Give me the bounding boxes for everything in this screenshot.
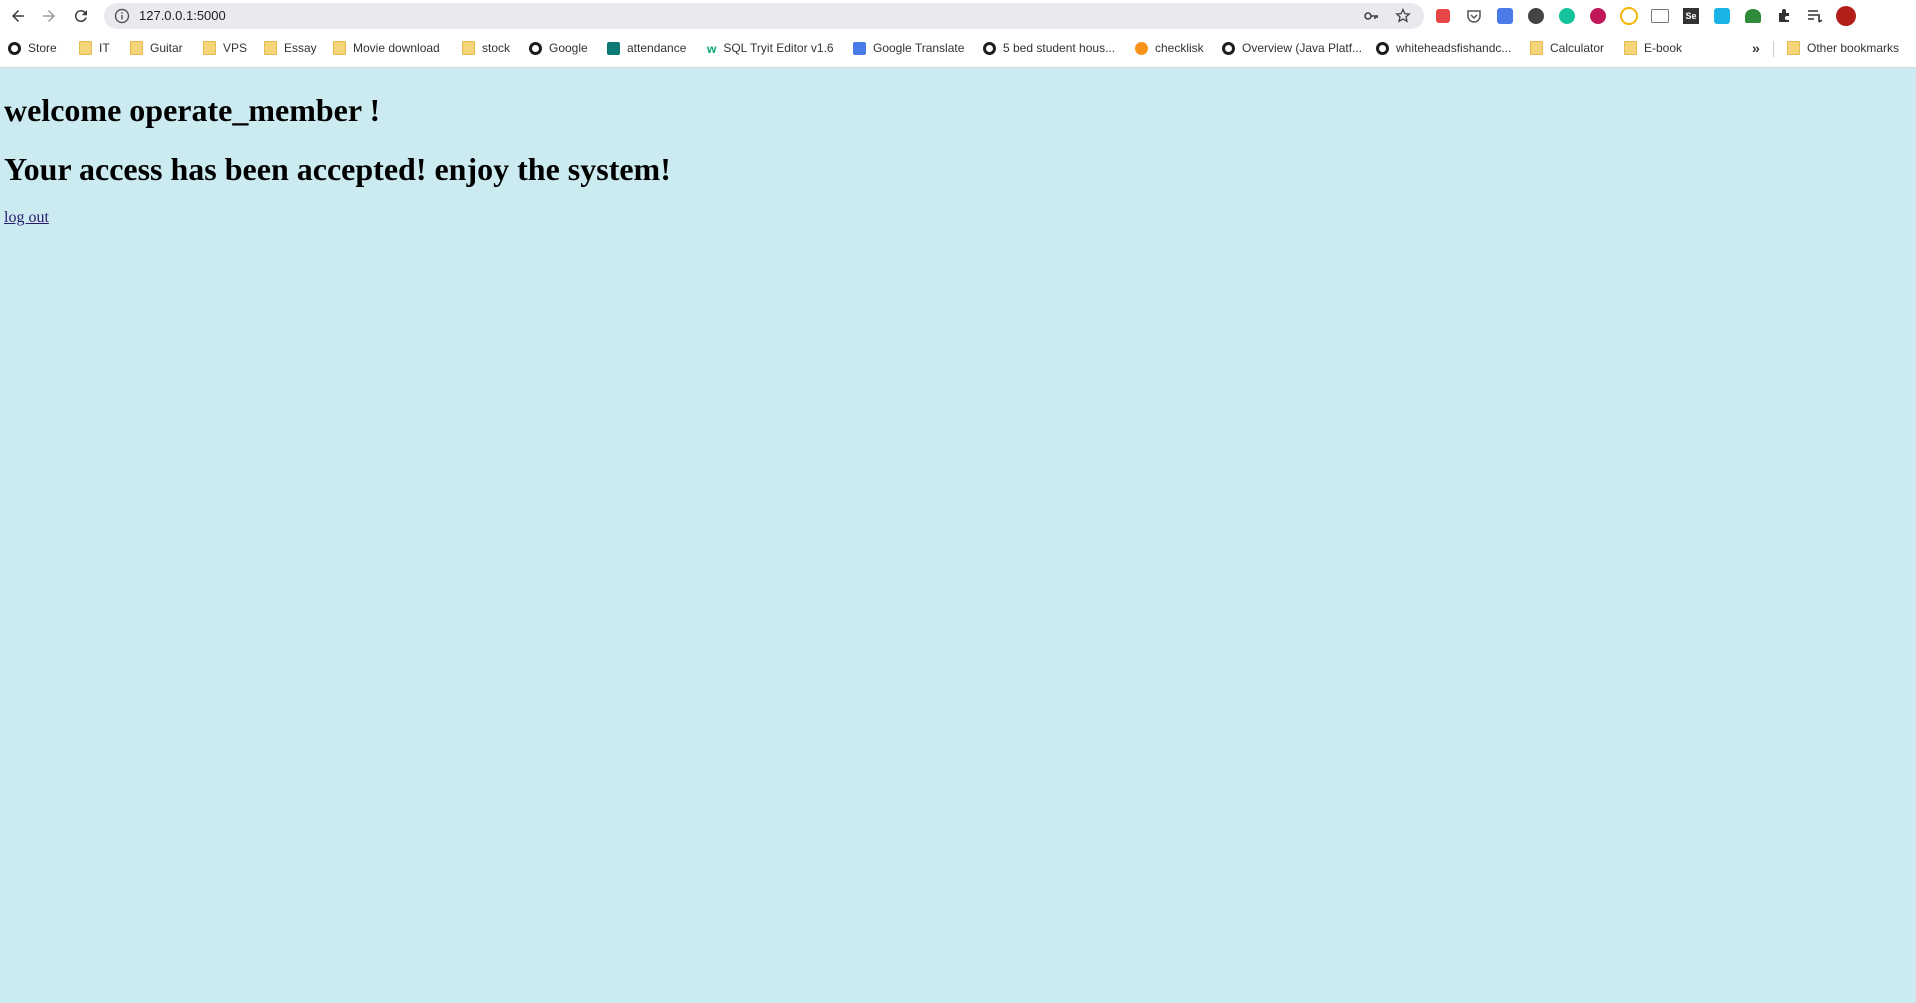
reload-icon [74, 10, 87, 23]
cast-extension-icon[interactable] [1649, 5, 1671, 27]
star-icon[interactable] [1394, 7, 1412, 25]
bitcoin-icon [1135, 41, 1148, 55]
translate-icon [853, 41, 866, 55]
bookmark-store[interactable]: Store [8, 38, 57, 58]
back-arrow-icon [12, 10, 24, 22]
url-text[interactable]: 127.0.0.1:5000 [139, 8, 226, 23]
bookmark-label: 5 bed student hous... [1003, 41, 1116, 55]
bookmark-ebook[interactable]: E-book [1624, 38, 1682, 58]
folder-icon [1530, 41, 1543, 55]
bookmark-label: SQL Tryit Editor v1.6 [723, 41, 834, 55]
shield-extension-icon[interactable] [1432, 5, 1454, 27]
bookmark-label: Overview (Java Platf... [1242, 41, 1363, 55]
bookmark-label: Guitar [150, 41, 183, 55]
profile-avatar[interactable] [1835, 5, 1857, 27]
logout-link[interactable]: log out [4, 209, 49, 227]
bookmark-label: Google [549, 41, 588, 55]
browser-toolbar: 127.0.0.1:5000 Se [0, 0, 1916, 32]
selenium-extension-icon[interactable]: Se [1680, 5, 1702, 27]
extensions-row: Se [1432, 5, 1857, 27]
bookmark-label: stock [482, 41, 511, 55]
bookmark-label: IT [99, 41, 110, 55]
forward-button[interactable] [36, 4, 62, 28]
bookmark-google-translate[interactable]: Google Translate [853, 38, 964, 58]
bookmark-checklisk[interactable]: checklisk [1135, 38, 1204, 58]
other-bookmarks[interactable]: Other bookmarks [1787, 38, 1899, 58]
bookmark-label: attendance [627, 41, 687, 55]
bookmark-guitar[interactable]: Guitar [130, 38, 183, 58]
bookmark-attendance[interactable]: attendance [607, 38, 686, 58]
bookmark-whiteheads[interactable]: whiteheadsfishandc... [1376, 38, 1511, 58]
media-extension-icon[interactable] [1525, 5, 1547, 27]
info-icon[interactable] [114, 8, 130, 24]
folder-icon [462, 41, 475, 55]
pen-extension-icon[interactable] [1711, 5, 1733, 27]
bookmark-label: Other bookmarks [1807, 41, 1900, 55]
globe-icon [983, 41, 996, 55]
bookmark-label: Store [28, 41, 57, 55]
folder-icon [333, 41, 346, 55]
bookmark-sql-tryit[interactable]: w SQL Tryit Editor v1.6 [707, 38, 834, 58]
bookmark-label: checklisk [1155, 41, 1204, 55]
bookmark-it[interactable]: IT [79, 38, 110, 58]
pocket-extension-icon[interactable] [1463, 5, 1485, 27]
bookmark-label: Essay [284, 41, 317, 55]
bookmark-google[interactable]: Google [529, 38, 588, 58]
grammarly-extension-icon[interactable] [1556, 5, 1578, 27]
access-message-heading: Your access has been accepted! enjoy the… [4, 151, 671, 187]
bookmark-essay[interactable]: Essay [264, 38, 317, 58]
bookmark-label: VPS [223, 41, 248, 55]
page-content: welcome operate_member ! Your access has… [0, 68, 1916, 1003]
globe-icon [8, 41, 21, 55]
forms-icon [607, 41, 620, 55]
bookmark-student-house[interactable]: 5 bed student hous... [983, 38, 1115, 58]
bookmark-calculator[interactable]: Calculator [1530, 38, 1604, 58]
globe-icon [1222, 41, 1235, 55]
browser-chrome: 127.0.0.1:5000 Se Store IT Guitar VPS Es… [0, 0, 1916, 68]
back-button[interactable] [5, 4, 31, 28]
bookmark-label: Google Translate [873, 41, 965, 55]
bookmarks-overflow-button[interactable]: » [1752, 40, 1760, 56]
tree-extension-icon[interactable] [1742, 5, 1764, 27]
chrome-color-extension-icon[interactable] [1618, 5, 1640, 27]
folder-icon [79, 41, 92, 55]
bookmark-stock[interactable]: stock [462, 38, 510, 58]
translate-extension-icon[interactable] [1494, 5, 1516, 27]
bookmark-movie-download[interactable]: Movie download [333, 38, 440, 58]
bookmark-label: whiteheadsfishandc... [1396, 41, 1512, 55]
folder-icon [203, 41, 216, 55]
key-icon[interactable] [1362, 7, 1380, 25]
bookmark-label: E-book [1644, 41, 1683, 55]
bookmark-java-overview[interactable]: Overview (Java Platf... [1222, 38, 1362, 58]
globe-icon [1376, 41, 1389, 55]
bookmark-label: Movie download [353, 41, 440, 55]
folder-icon [264, 41, 277, 55]
puzzle-icon[interactable] [1773, 5, 1795, 27]
bookmarks-bar: Store IT Guitar VPS Essay Movie download… [0, 36, 1916, 60]
address-bar[interactable]: 127.0.0.1:5000 [104, 3, 1424, 29]
omnibox-actions [1362, 7, 1412, 25]
forward-arrow-icon [43, 10, 55, 22]
folder-icon [130, 41, 143, 55]
w3schools-icon: w [707, 41, 717, 56]
bookmark-label: Calculator [1550, 41, 1605, 55]
welcome-heading: welcome operate_member ! [4, 92, 381, 128]
record-extension-icon[interactable] [1587, 5, 1609, 27]
folder-icon [1624, 41, 1637, 55]
bookmark-vps[interactable]: VPS [203, 38, 247, 58]
reading-list-icon[interactable] [1804, 5, 1826, 27]
reload-button[interactable] [68, 4, 94, 28]
bookmarks-divider [1773, 41, 1774, 57]
globe-icon [529, 41, 542, 55]
folder-icon [1787, 41, 1800, 55]
